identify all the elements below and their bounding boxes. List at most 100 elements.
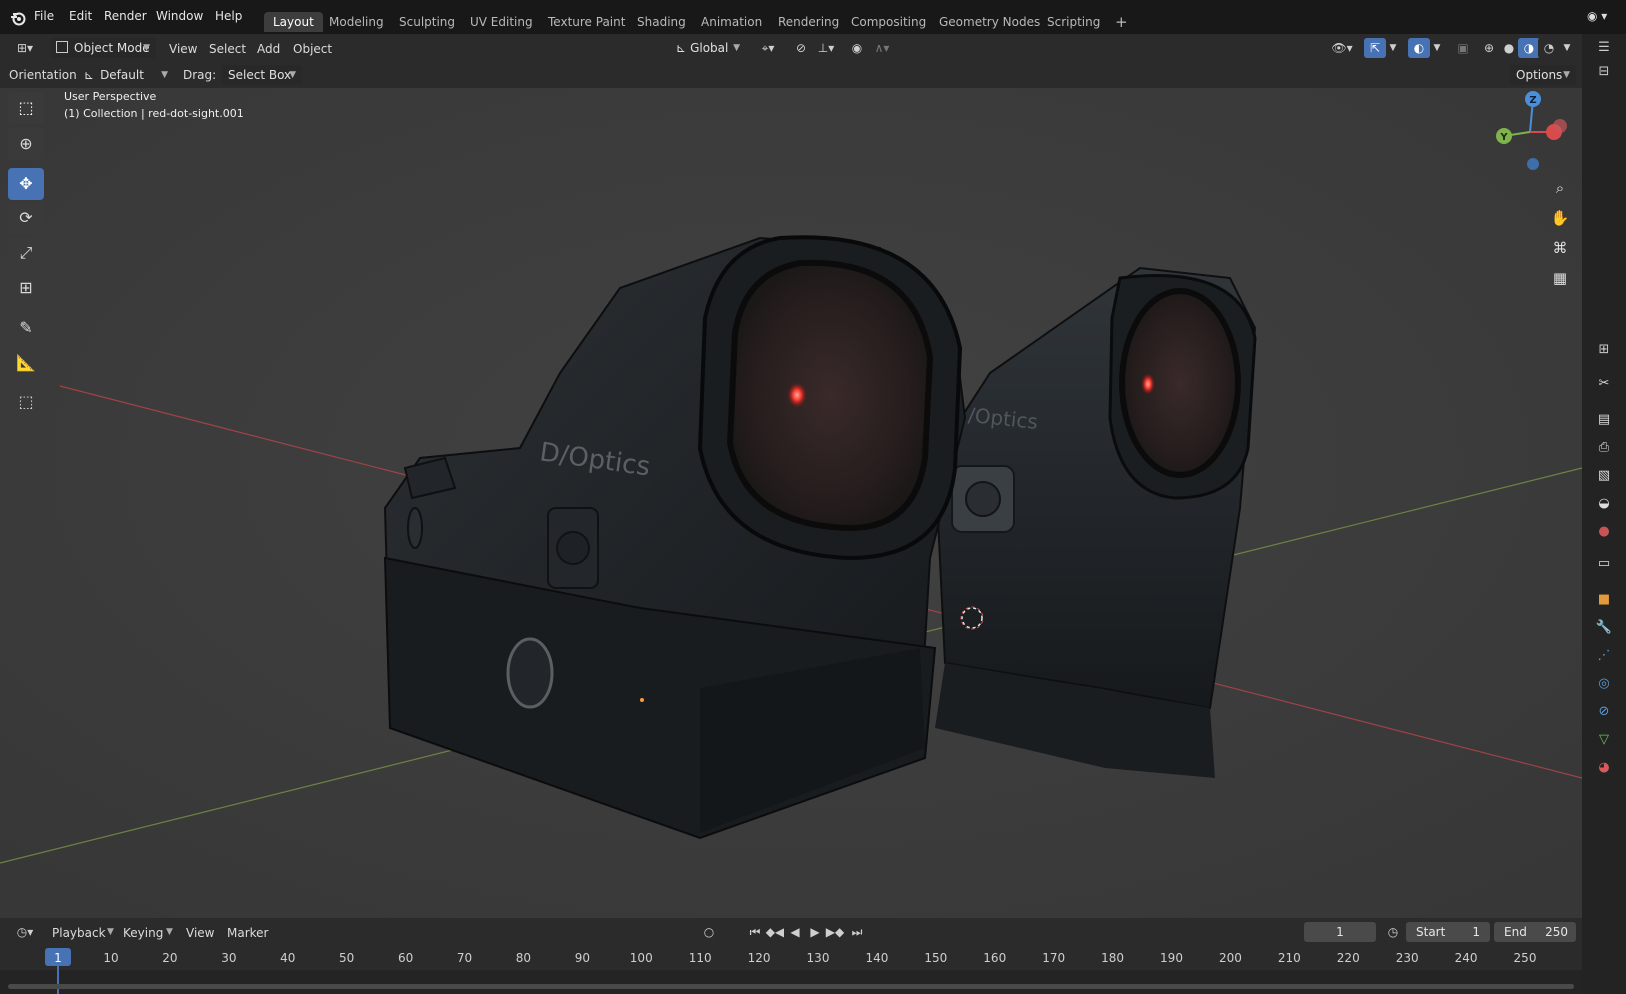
timeline-menu-keying[interactable]: Keying <box>123 926 163 940</box>
collection-properties-icon[interactable]: ▭ <box>1594 554 1614 574</box>
select-box-tool-icon[interactable]: ⬚ <box>8 92 44 124</box>
timeline-menu-playback[interactable]: Playback <box>52 926 106 940</box>
menu-edit[interactable]: Edit <box>69 9 92 23</box>
drag-dropdown[interactable]: Select Box ▼ <box>222 65 302 85</box>
filter-icon[interactable]: ⊟ <box>1594 62 1614 82</box>
timeline-menu-marker[interactable]: Marker <box>227 926 268 940</box>
header-menu-select[interactable]: Select <box>209 42 246 56</box>
falloff-icon[interactable]: ∧▾ <box>868 38 896 58</box>
snap-icon[interactable]: ⊘ <box>790 38 812 58</box>
tab-animation[interactable]: Animation <box>692 12 771 32</box>
xray-toggle-icon[interactable]: ▣ <box>1452 38 1474 58</box>
play-reverse-icon[interactable]: ◀ <box>784 922 806 942</box>
output-properties-icon[interactable]: ⎙ <box>1594 438 1614 458</box>
3d-viewport[interactable]: D/Optics /Optics User Perspective (1) Co… <box>0 88 1582 918</box>
header-menu-object[interactable]: Object <box>293 42 332 56</box>
pan-hand-icon[interactable]: ✋ <box>1546 204 1574 232</box>
orientation-dropdown[interactable]: ⊾ Default ▼ <box>78 65 174 85</box>
rendered-shading-icon[interactable]: ◔ <box>1538 38 1560 58</box>
blender-logo-icon[interactable] <box>10 10 26 26</box>
scene-selector-icon[interactable]: ◉ ▾ <box>1587 9 1617 27</box>
pivot-point-icon[interactable]: ⌖▾ <box>754 38 782 58</box>
tool-properties-icon[interactable]: ✂ <box>1594 374 1614 394</box>
tab-modeling[interactable]: Modeling <box>320 12 393 32</box>
zoom-icon[interactable]: ⌕ <box>1546 174 1574 202</box>
menu-render[interactable]: Render <box>104 9 147 23</box>
measure-tool-icon[interactable]: 📐 <box>8 347 44 379</box>
jump-end-icon[interactable]: ⏭ <box>846 922 868 942</box>
current-frame-field[interactable]: 1 <box>1304 922 1376 942</box>
scene-properties-icon[interactable]: ◒ <box>1594 494 1614 514</box>
properties-editor-icon[interactable]: ⊞ <box>1594 340 1614 360</box>
menu-file[interactable]: File <box>34 9 54 23</box>
header-menu-add[interactable]: Add <box>257 42 280 56</box>
end-label: End <box>1504 925 1527 939</box>
timeline-menu-view[interactable]: View <box>186 926 214 940</box>
object-properties-icon[interactable]: ■ <box>1594 590 1614 610</box>
frame-label: 130 <box>806 951 830 965</box>
jump-start-icon[interactable]: ⏮ <box>744 922 766 942</box>
next-keyframe-icon[interactable]: ▶◆ <box>824 922 846 942</box>
tab-shading[interactable]: Shading <box>628 12 695 32</box>
chevron-down-icon[interactable]: ▼ <box>1560 38 1574 58</box>
material-properties-icon[interactable]: ◕ <box>1594 758 1614 778</box>
transform-orientation-dropdown[interactable]: ⊾ Global ▼ <box>670 38 746 58</box>
solid-shading-icon[interactable]: ● <box>1498 38 1520 58</box>
options-dropdown[interactable]: Options ▼ <box>1510 65 1576 85</box>
tab-geometry-nodes[interactable]: Geometry Nodes <box>930 12 1049 32</box>
end-frame-field[interactable]: End 250 <box>1494 922 1576 942</box>
editor-type-icon[interactable]: ⊞▾ <box>10 38 40 58</box>
add-workspace-button[interactable]: + <box>1106 12 1137 32</box>
wireframe-shading-icon[interactable]: ⊕ <box>1478 38 1500 58</box>
tab-texture-paint[interactable]: Texture Paint <box>539 12 634 32</box>
annotate-tool-icon[interactable]: ✎ <box>8 312 44 344</box>
tab-scripting[interactable]: Scripting <box>1038 12 1109 32</box>
tab-layout[interactable]: Layout <box>264 12 323 32</box>
tab-compositing[interactable]: Compositing <box>842 12 935 32</box>
move-tool-icon[interactable]: ✥ <box>8 168 44 200</box>
add-cube-tool-icon[interactable]: ⬚ <box>8 386 44 418</box>
material-shading-icon[interactable]: ◑ <box>1518 38 1540 58</box>
data-properties-icon[interactable]: ▽ <box>1594 730 1614 750</box>
navigation-gizmo[interactable]: Z Y <box>1490 88 1570 178</box>
particles-properties-icon[interactable]: ⋰ <box>1594 646 1614 666</box>
svg-text:Z: Z <box>1529 95 1536 106</box>
scale-tool-icon[interactable]: ⤢ <box>8 237 44 269</box>
render-properties-icon[interactable]: ▤ <box>1594 410 1614 430</box>
header-menu-view[interactable]: View <box>169 42 197 56</box>
timeline-scrollbar[interactable] <box>8 984 1574 989</box>
visibility-icon[interactable]: 👁▾ <box>1328 38 1356 58</box>
menu-help[interactable]: Help <box>215 9 242 23</box>
drag-value: Select Box <box>228 68 292 82</box>
object-mode-dropdown[interactable]: Object Mode ▼ <box>50 38 156 58</box>
tab-sculpting[interactable]: Sculpting <box>390 12 464 32</box>
prev-keyframe-icon[interactable]: ◆◀ <box>764 922 786 942</box>
timeline-editor-type-icon[interactable]: ◷▾ <box>10 922 40 942</box>
auto-keying-icon[interactable]: ○ <box>698 922 720 942</box>
chevron-down-icon[interactable]: ▼ <box>1386 38 1400 58</box>
proportional-edit-icon[interactable]: ◉ <box>846 38 868 58</box>
grid-projection-icon[interactable]: ▦ <box>1546 264 1574 292</box>
tab-rendering[interactable]: Rendering <box>769 12 848 32</box>
modifier-properties-icon[interactable]: 🔧 <box>1594 618 1614 638</box>
start-frame-field[interactable]: Start 1 <box>1406 922 1490 942</box>
view-layer-icon[interactable]: ▧ <box>1594 466 1614 486</box>
overlays-toggle-icon[interactable]: ◐ <box>1408 38 1430 58</box>
timeline-track-area[interactable] <box>0 970 1582 994</box>
play-icon[interactable]: ▶ <box>804 922 826 942</box>
cursor-tool-icon[interactable]: ⊕ <box>8 128 44 160</box>
chevron-down-icon[interactable]: ▼ <box>1430 38 1444 58</box>
physics-properties-icon[interactable]: ◎ <box>1594 674 1614 694</box>
clock-icon[interactable]: ◷ <box>1382 922 1404 942</box>
outliner-icon[interactable]: ☰ <box>1594 38 1614 58</box>
rotate-tool-icon[interactable]: ⟳ <box>8 202 44 234</box>
world-properties-icon[interactable]: ● <box>1594 522 1614 542</box>
camera-view-icon[interactable]: ⌘ <box>1546 234 1574 262</box>
tab-uv-editing[interactable]: UV Editing <box>461 12 542 32</box>
menu-window[interactable]: Window <box>156 9 203 23</box>
snap-target-icon[interactable]: ⊥▾ <box>812 38 840 58</box>
constraints-properties-icon[interactable]: ⊘ <box>1594 702 1614 722</box>
chevron-down-icon: ▼ <box>733 43 740 53</box>
gizmo-toggle-icon[interactable]: ⇱ <box>1364 38 1386 58</box>
transform-tool-icon[interactable]: ⊞ <box>8 272 44 304</box>
